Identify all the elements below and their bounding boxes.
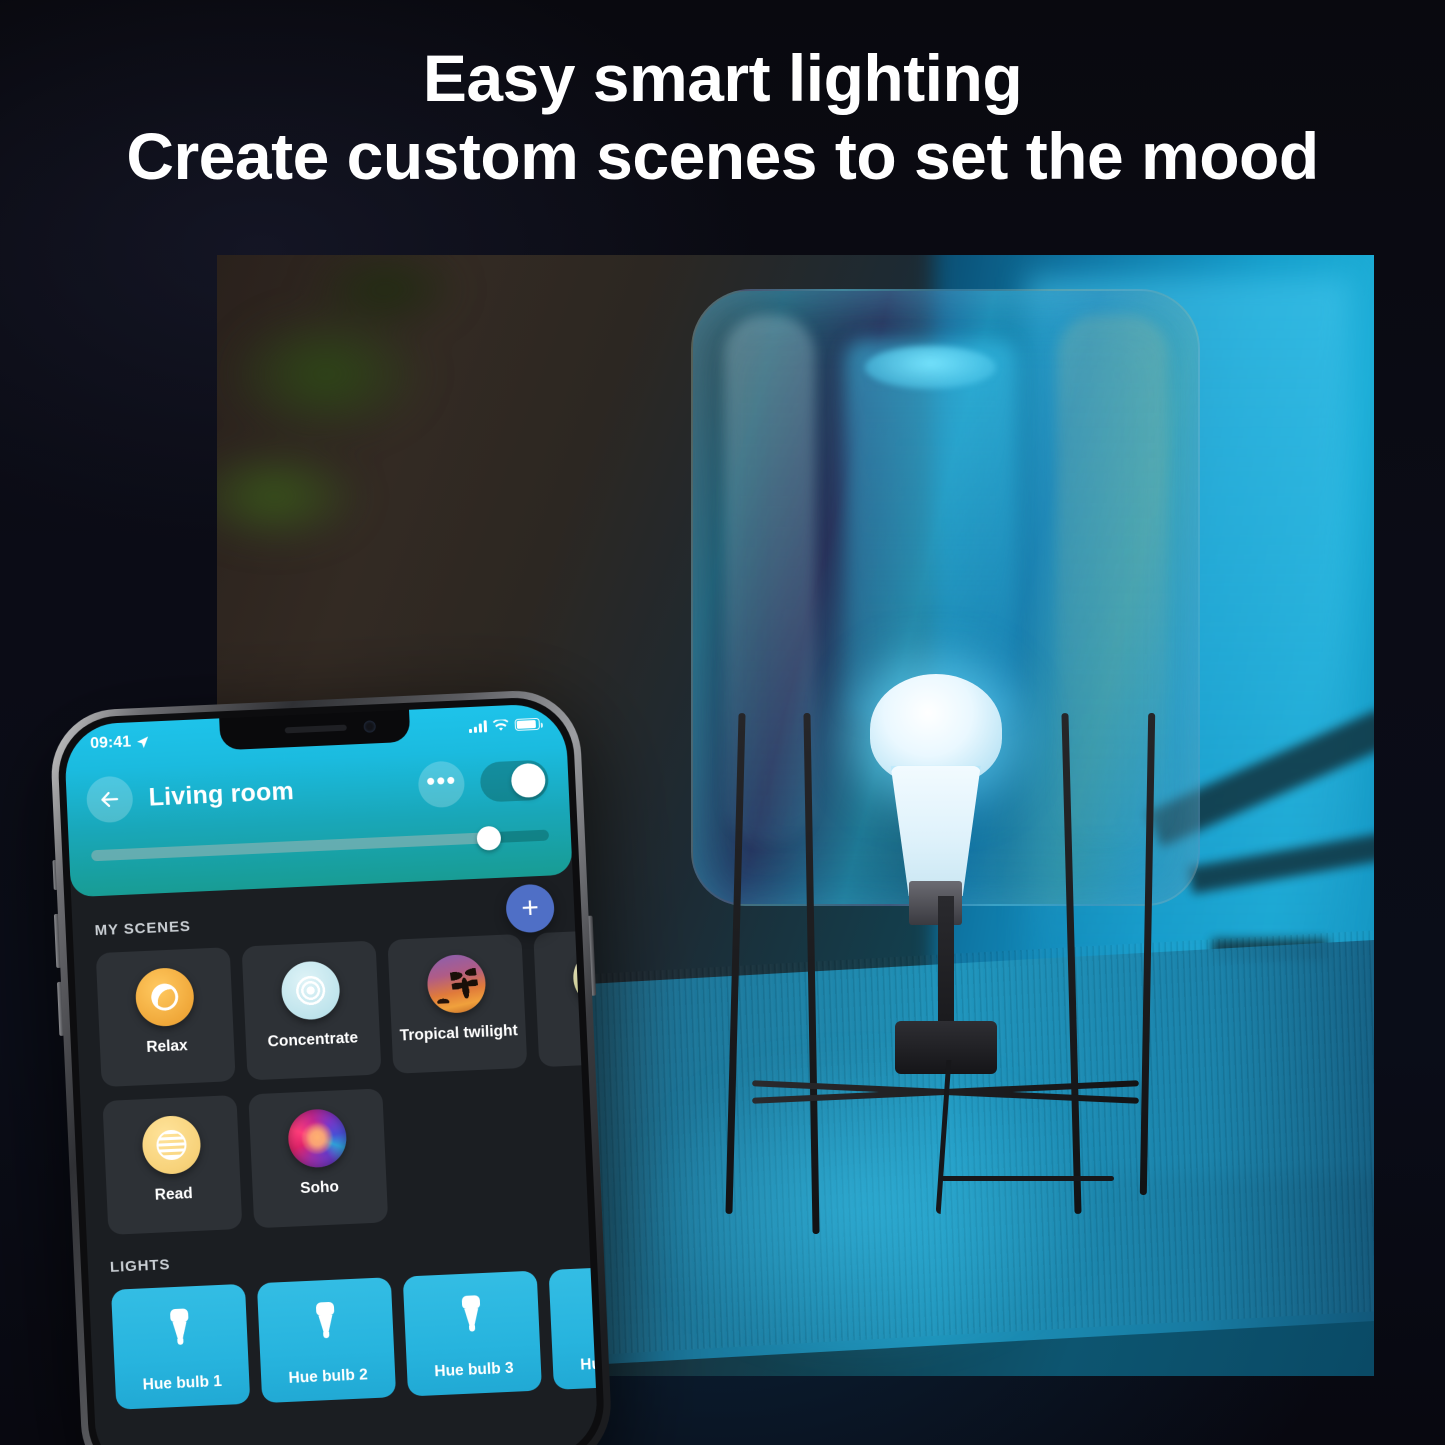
light-label: Hue bulb 4 (579, 1353, 599, 1374)
phone-screen: 09:41 Living room ••• + MY SCENES Relax … (63, 702, 599, 1445)
tropical-twilight-photo-icon (426, 953, 487, 1015)
lights-row: Hue bulb 1 Hue bulb 2 Hue bulb 3 Hue (89, 1263, 599, 1411)
status-bar-right (468, 717, 541, 734)
bulb-icon (314, 1301, 338, 1339)
back-button[interactable] (85, 775, 134, 824)
light-card-hue-bulb-3[interactable]: Hue bulb 3 (402, 1270, 543, 1397)
read-lines-icon (141, 1114, 202, 1176)
table-lamp (691, 288, 1201, 1253)
bulb-base (909, 881, 963, 925)
light-label: Hue bulb 2 (288, 1366, 369, 1387)
front-camera-icon (363, 720, 377, 733)
scene-label: Concentrate (267, 1029, 359, 1051)
status-bar-left: 09:41 (90, 733, 150, 754)
soho-gradient-icon (287, 1108, 348, 1169)
scene-card-soho[interactable]: Soho (248, 1088, 389, 1229)
phone-mockup: 09:41 Living room ••• + MY SCENES Relax … (48, 688, 614, 1445)
relax-moon-icon (134, 966, 196, 1028)
more-options-button[interactable]: ••• (417, 760, 466, 809)
earpiece-speaker-icon (284, 724, 347, 734)
wifi-icon (492, 718, 509, 731)
smart-bulb (869, 674, 1002, 925)
room-header-row: Living room ••• (66, 751, 570, 830)
inner-light-column (844, 339, 1017, 720)
brightness-slider-fill (91, 832, 490, 862)
my-scenes-title: MY SCENES (94, 917, 192, 940)
light-card-hue-bulb-2[interactable]: Hue bulb 2 (256, 1277, 397, 1404)
scenes-row-2: Read Soho (80, 1079, 588, 1236)
more-dots-icon: ••• (425, 764, 458, 797)
bulb-body (890, 765, 981, 896)
brightness-slider[interactable] (91, 825, 550, 862)
room-content: + MY SCENES Relax Concentrate Tropical t… (71, 874, 599, 1445)
scene-card-partial[interactable] (533, 927, 599, 1068)
scene-label: Relax (145, 1037, 189, 1057)
battery-full-icon (514, 717, 541, 731)
power-cord (935, 1059, 952, 1215)
concentrate-rings-icon (280, 960, 341, 1021)
back-arrow-icon (101, 791, 119, 807)
palm-tree-icon (449, 963, 481, 1001)
bulb-icon (460, 1295, 484, 1332)
read-icon-ring (155, 1129, 188, 1161)
phone-frame: 09:41 Living room ••• + MY SCENES Relax … (48, 688, 614, 1445)
scene-card-concentrate[interactable]: Concentrate (241, 940, 382, 1081)
power-cord (940, 1175, 1114, 1181)
light-card-hue-bulb-1[interactable]: Hue bulb 1 (111, 1283, 251, 1410)
status-time: 09:41 (89, 733, 132, 753)
brightness-slider-knob[interactable] (476, 825, 502, 851)
scene-card-read[interactable]: Read (102, 1094, 243, 1235)
location-arrow-icon (136, 735, 149, 748)
cellular-bars-icon (468, 720, 488, 734)
page-title: Living room (148, 776, 295, 812)
lights-title: LIGHTS (109, 1256, 171, 1276)
headline: Easy smart lighting Create custom scenes… (0, 41, 1445, 196)
bulb-icon (168, 1308, 192, 1345)
light-label: Hue bulb 3 (434, 1359, 514, 1381)
phone-body: 09:41 Living room ••• + MY SCENES Relax … (56, 695, 607, 1445)
room-power-toggle[interactable] (479, 759, 550, 803)
scene-label: Tropical twilight (399, 1022, 519, 1045)
scene-photo-icon (572, 946, 599, 1008)
headline-line-1: Easy smart lighting (422, 41, 1023, 115)
palm-tree-icon (432, 988, 453, 1004)
light-label: Hue bulb 1 (142, 1372, 223, 1394)
lamp-top-reflection (865, 345, 997, 389)
scene-label: Soho (299, 1178, 340, 1198)
scene-label: Read (154, 1185, 194, 1204)
add-scene-button[interactable]: + (505, 883, 556, 934)
scenes-row-1: Relax Concentrate Tropical twilight (74, 927, 599, 1088)
headline-line-2: Create custom scenes to set the mood (126, 118, 1319, 193)
scene-card-tropical-twilight[interactable]: Tropical twilight (387, 933, 528, 1074)
toggle-knob (510, 762, 547, 799)
scene-card-relax[interactable]: Relax (95, 947, 236, 1088)
light-card-hue-bulb-4[interactable]: Hue bulb 4 (548, 1263, 599, 1390)
foreground-plant-blur (217, 255, 541, 704)
